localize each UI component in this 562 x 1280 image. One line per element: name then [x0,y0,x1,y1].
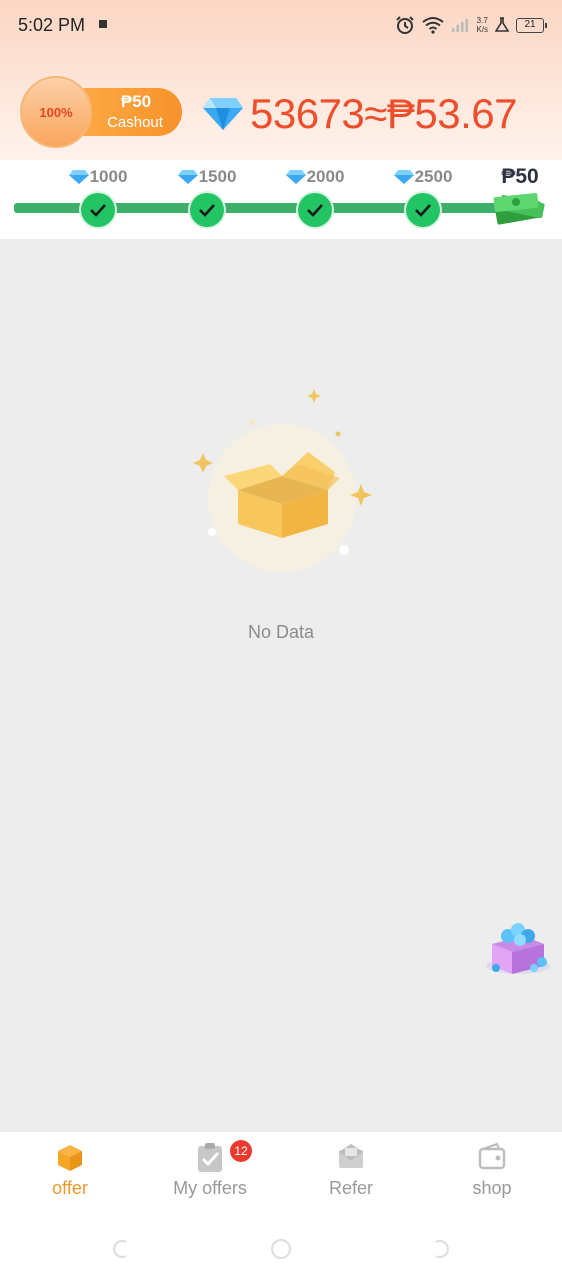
notification-dot-icon [99,20,107,28]
alarm-icon [396,16,415,34]
final-reward-amount: ₱50 [501,165,539,188]
milestone-label: 2500 [414,167,453,186]
milestone-1500: 1500 [162,165,252,189]
wallet-icon [478,1142,506,1170]
milestone-2500: 2500 [378,165,468,189]
status-icons: 3.7 K/s 21 [395,13,547,37]
diamond-icon [177,170,198,184]
network-speed: 3.7 K/s [476,16,488,34]
system-nav-bar [0,1230,562,1270]
flask-icon [495,17,509,32]
diamond-icon [393,170,414,184]
wifi-icon [422,17,445,34]
balance-text: 53673≈₱53.67 [250,90,517,137]
balance-display: 53673≈₱53.67 [202,90,517,138]
milestone-2000: 2000 [270,165,360,189]
diamond-icon [285,170,306,184]
clipboard-check-icon [198,1143,222,1172]
tab-shop[interactable]: shop [422,1140,562,1199]
tab-offer[interactable]: offer [0,1140,140,1199]
gift-box-button[interactable] [482,916,554,978]
tab-label: My offers [173,1178,247,1198]
cashout-progress-circle: 100% [20,76,92,148]
milestone-1000: 1000 [53,165,143,189]
tab-label: offer [52,1178,88,1198]
status-bar: 5:02 PM 3.7 K/s 21 [0,0,562,50]
my-offers-badge: 12 [230,1140,252,1162]
battery-icon: 21 [516,17,547,33]
milestone-label: 1500 [198,167,237,186]
recents-icon[interactable] [432,1238,454,1260]
final-reward: ₱50 [490,165,550,225]
check-icon [298,193,332,227]
home-icon[interactable] [270,1238,292,1260]
back-icon[interactable] [108,1238,130,1260]
cash-stack-icon [493,192,545,225]
cashout-amount: ₱50 [120,92,152,111]
empty-box-illustration [190,380,380,590]
check-icon [81,193,115,227]
tab-label: Refer [328,1178,373,1198]
milestone-label: 1000 [89,167,128,186]
gems-chest-icon [486,923,550,974]
envelope-icon [339,1144,363,1168]
milestone-progress: 1000 1500 2000 2500 ₱50 [0,160,562,239]
open-box-icon [193,389,372,586]
tab-my-offers[interactable]: My offers [140,1140,280,1199]
tab-label: shop [472,1178,512,1198]
milestone-label: 2000 [306,167,345,186]
diamond-icon [203,98,243,130]
check-icon [190,193,224,227]
cashout-percent: 100% [39,104,73,120]
tab-refer[interactable]: Refer [281,1140,421,1199]
signal-icon [452,19,469,32]
check-icon [406,193,440,227]
diamond-icon [68,170,89,184]
cashout-button[interactable]: ₱50 Cashout 100% [20,76,182,148]
status-time: 5:02 PM [18,15,86,35]
box-icon [58,1145,82,1171]
empty-message: No Data [247,622,315,642]
cashout-label: Cashout [107,114,163,131]
